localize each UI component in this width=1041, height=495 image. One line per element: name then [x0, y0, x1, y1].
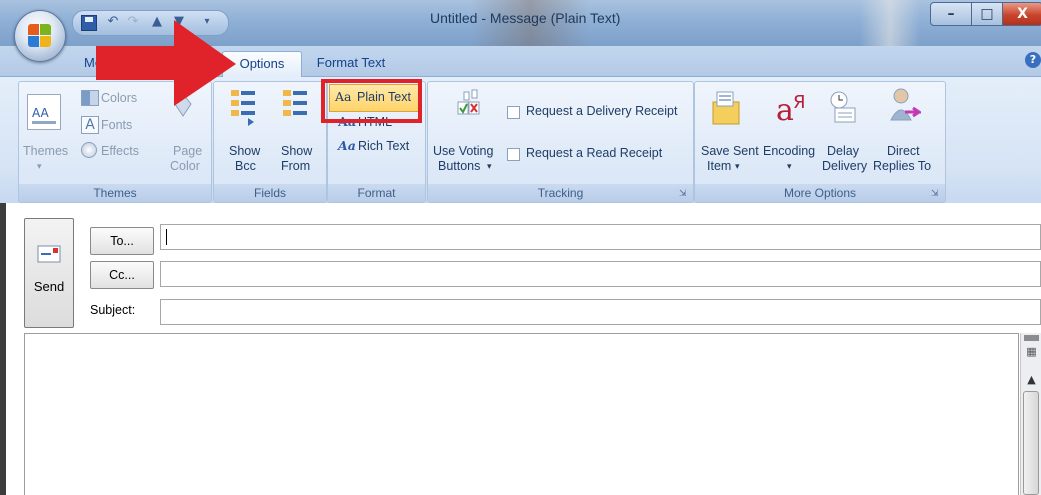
voting-buttons-label-1[interactable]: Use Voting: [433, 144, 493, 159]
tracking-launcher-icon[interactable]: ⇲: [679, 189, 689, 199]
encoding-dropdown-icon: ▾: [787, 161, 792, 171]
themes-icon[interactable]: AA: [27, 94, 61, 130]
svg-text:AA: AA: [32, 106, 50, 120]
direct-replies-label-2[interactable]: Replies To: [873, 159, 931, 174]
themes-button[interactable]: Themes: [23, 144, 68, 159]
office-logo-icon: [28, 24, 52, 48]
delay-delivery-label-1[interactable]: Delay: [827, 144, 859, 159]
save-sent-item-label-1[interactable]: Save Sent: [701, 144, 759, 159]
show-from-label-1[interactable]: Show: [281, 144, 312, 159]
subject-label: Subject:: [90, 303, 136, 317]
show-from-label-2[interactable]: From: [281, 159, 310, 174]
ruler-toggle-icon[interactable]: ▦: [1024, 345, 1039, 361]
tracking-group: Use Voting Buttons ▾ Request a Delivery …: [427, 81, 694, 203]
to-field[interactable]: [160, 224, 1041, 250]
direct-replies-icon[interactable]: [887, 86, 924, 130]
send-label: Send: [33, 279, 65, 294]
send-button[interactable]: Send: [24, 218, 74, 328]
read-receipt-checkbox[interactable]: [507, 148, 520, 161]
themes-group-label: Themes: [19, 184, 211, 202]
rich-text-button[interactable]: Rich Text: [358, 139, 409, 154]
message-body[interactable]: [24, 333, 1019, 495]
more-options-group-label: More Options: [695, 184, 945, 202]
voting-buttons-icon[interactable]: [454, 88, 484, 128]
voting-buttons-label-2[interactable]: Buttons: [438, 159, 480, 174]
page-color-label-1: Page: [173, 144, 203, 158]
send-envelope-icon: [37, 245, 61, 263]
to-button[interactable]: To...: [90, 227, 154, 255]
svg-text:Я: Я: [793, 92, 806, 113]
delay-delivery-icon[interactable]: [827, 88, 859, 128]
delay-delivery-label-2[interactable]: Delivery: [822, 159, 867, 174]
save-sent-dropdown-icon: ▾: [735, 161, 740, 171]
themes-dropdown-icon: ▾: [37, 161, 42, 171]
more-options-launcher-icon[interactable]: ⇲: [931, 189, 941, 199]
window-left-edge: [0, 203, 6, 495]
encoding-icon[interactable]: aЯ: [775, 86, 809, 130]
subject-field[interactable]: [160, 299, 1041, 325]
vertical-scrollbar[interactable]: ▦ ▲: [1020, 333, 1041, 495]
effects-icon: [81, 142, 97, 158]
rich-text-glyph: Aa: [338, 138, 356, 153]
scroll-thumb[interactable]: [1023, 391, 1039, 495]
page-color-label-2: Color: [170, 159, 200, 173]
format-group-label: Format: [328, 184, 425, 202]
fonts-icon: A: [81, 116, 99, 134]
tracking-group-label: Tracking: [428, 184, 693, 202]
text-cursor: [166, 229, 167, 245]
direct-replies-label-1[interactable]: Direct: [887, 144, 920, 159]
delivery-receipt-label[interactable]: Request a Delivery Receipt: [526, 104, 677, 119]
voting-dropdown-icon: ▾: [487, 161, 492, 171]
delivery-receipt-checkbox[interactable]: [507, 106, 520, 119]
tab-format-text[interactable]: Format Text: [306, 51, 396, 75]
effects-button[interactable]: Effects: [101, 144, 139, 159]
split-box-handle[interactable]: [1024, 335, 1039, 341]
office-button[interactable]: [14, 10, 66, 62]
fields-group-label: Fields: [214, 184, 326, 202]
encoding-button[interactable]: Encoding: [763, 144, 815, 159]
maximize-button[interactable]: □: [971, 2, 1003, 26]
red-highlight-box: [321, 79, 422, 123]
show-bcc-label-2[interactable]: Bcc: [235, 159, 256, 174]
minimize-button[interactable]: –: [930, 2, 972, 26]
cc-field[interactable]: [160, 261, 1041, 287]
show-from-icon[interactable]: [280, 88, 310, 128]
save-sent-item-label-2[interactable]: Item: [707, 159, 731, 174]
more-options-group: Save Sent Item ▾ aЯ Encoding ▾ Delay Del…: [694, 81, 946, 203]
save-sent-item-icon[interactable]: [711, 88, 743, 128]
save-icon[interactable]: [81, 15, 97, 31]
scroll-up-icon[interactable]: ▲: [1024, 373, 1039, 387]
red-arrow-annotation: [96, 20, 236, 106]
cc-button[interactable]: Cc...: [90, 261, 154, 289]
svg-text:a: a: [776, 93, 794, 128]
read-receipt-label[interactable]: Request a Read Receipt: [526, 146, 662, 161]
fonts-button[interactable]: Fonts: [101, 118, 132, 133]
window-title: Untitled - Message (Plain Text): [430, 10, 621, 26]
close-button[interactable]: X: [1002, 2, 1041, 26]
help-icon[interactable]: ?: [1025, 52, 1041, 68]
show-bcc-label-1[interactable]: Show: [229, 144, 260, 159]
